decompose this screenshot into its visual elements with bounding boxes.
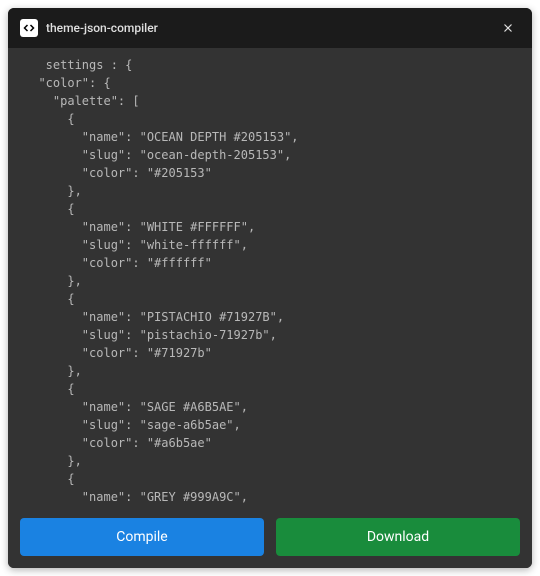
close-button[interactable]	[496, 16, 520, 40]
code-viewer: settings : { "color": { "palette": [ { "…	[8, 48, 532, 508]
content-area: settings : { "color": { "palette": [ { "…	[8, 48, 532, 508]
app-title: theme-json-compiler	[46, 21, 488, 35]
titlebar: theme-json-compiler	[8, 8, 532, 48]
footer: Compile Download	[8, 508, 532, 568]
app-icon	[20, 19, 38, 37]
download-button[interactable]: Download	[276, 518, 520, 556]
app-window: theme-json-compiler settings : { "color"…	[8, 8, 532, 568]
close-icon	[501, 21, 515, 35]
compile-button[interactable]: Compile	[20, 518, 264, 556]
